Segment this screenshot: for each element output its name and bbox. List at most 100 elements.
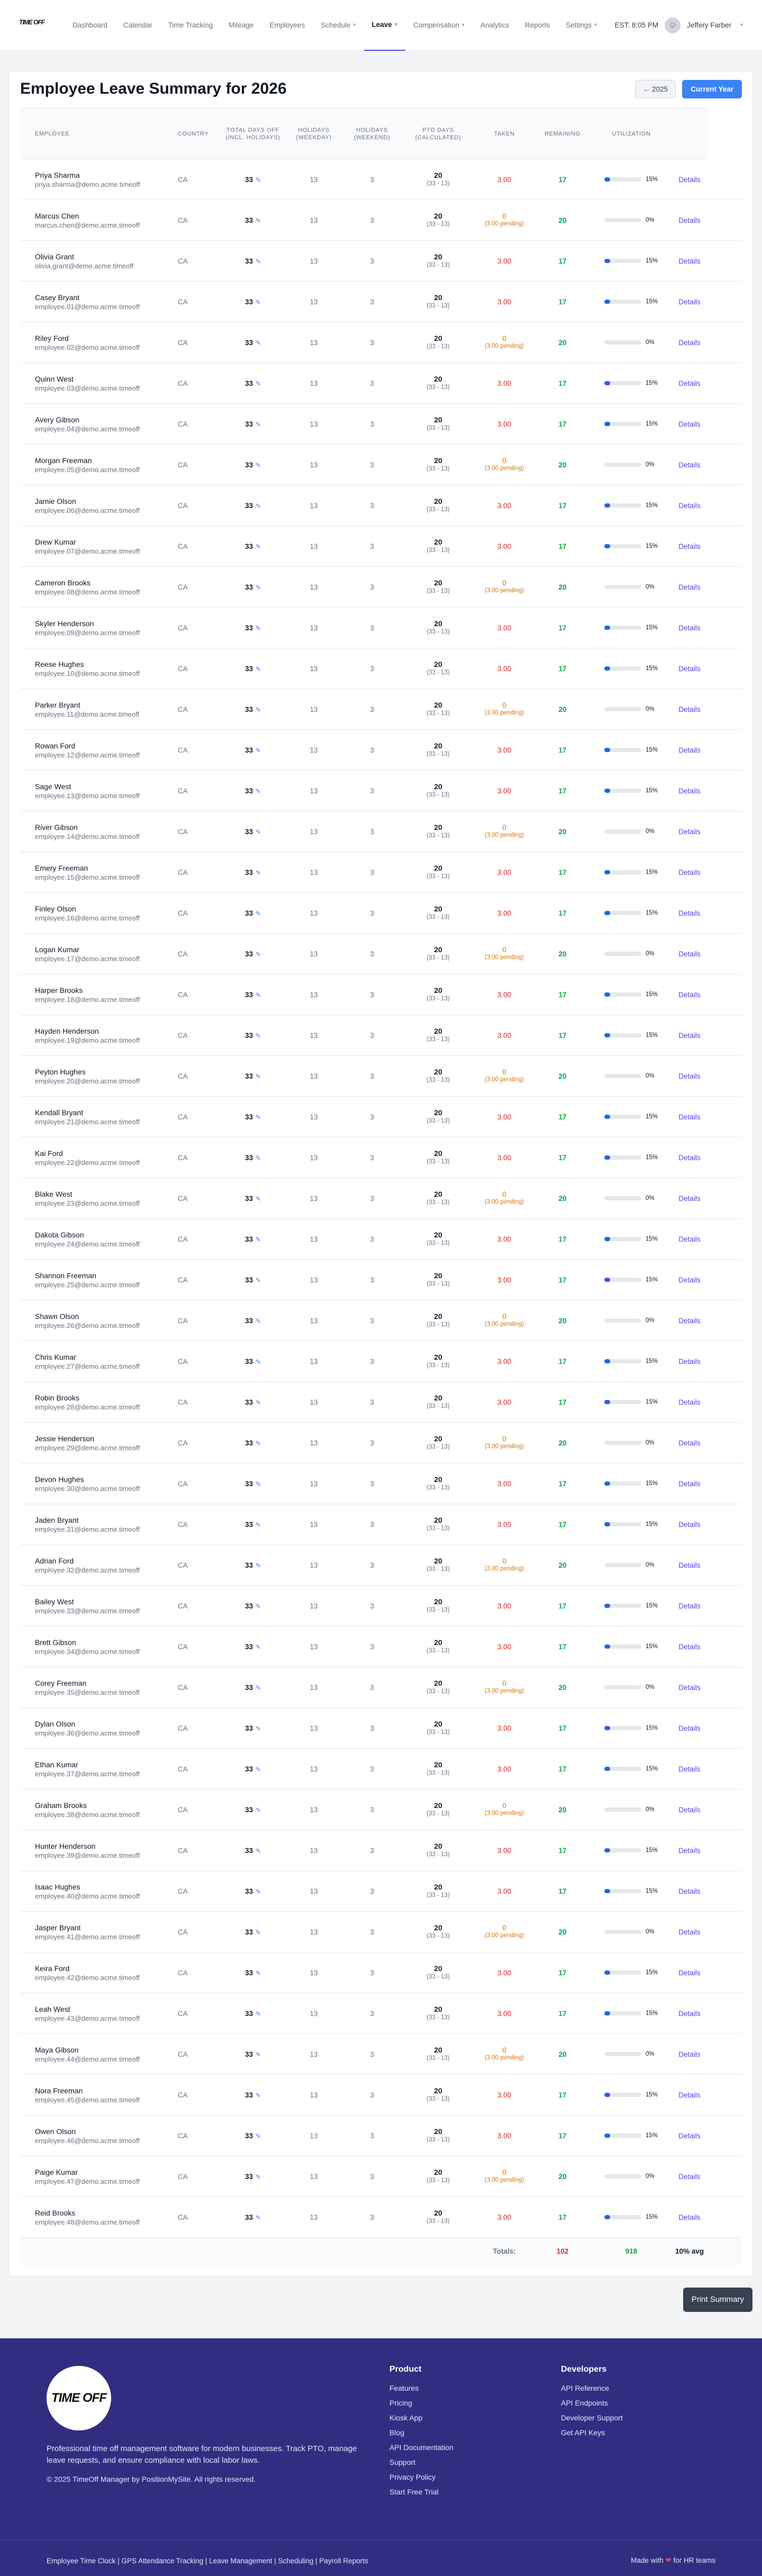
details-link[interactable]: Details bbox=[671, 1586, 708, 1626]
footer-product-link[interactable]: Blog bbox=[389, 2425, 453, 2440]
footer-logo[interactable]: TIME OFF bbox=[47, 2365, 111, 2430]
details-link[interactable]: Details bbox=[671, 811, 708, 852]
details-link[interactable]: Details bbox=[671, 852, 708, 893]
nav-link-settings[interactable]: Settings ▾ bbox=[558, 0, 605, 51]
edit-icon[interactable]: ✎ bbox=[256, 380, 261, 387]
edit-icon[interactable]: ✎ bbox=[256, 1440, 261, 1447]
edit-icon[interactable]: ✎ bbox=[256, 1236, 261, 1243]
details-link[interactable]: Details bbox=[671, 1789, 708, 1830]
edit-icon[interactable]: ✎ bbox=[256, 869, 261, 876]
employee-name[interactable]: Quinn West bbox=[35, 374, 163, 384]
details-link[interactable]: Details bbox=[671, 2034, 708, 2075]
edit-icon[interactable]: ✎ bbox=[256, 1847, 261, 1855]
details-link[interactable]: Details bbox=[671, 200, 708, 241]
footer-product-link[interactable]: Kiosk App bbox=[389, 2410, 453, 2425]
nav-link-employees[interactable]: Employees bbox=[261, 0, 313, 51]
edit-icon[interactable]: ✎ bbox=[256, 910, 261, 917]
details-link[interactable]: Details bbox=[671, 730, 708, 771]
details-link[interactable]: Details bbox=[671, 1056, 708, 1097]
employee-name[interactable]: Kendall Bryant bbox=[35, 1108, 163, 1117]
footer-product-link[interactable]: Start Free Trial bbox=[389, 2484, 453, 2499]
details-link[interactable]: Details bbox=[671, 2075, 708, 2116]
edit-icon[interactable]: ✎ bbox=[256, 1521, 261, 1529]
employee-name[interactable]: Chris Kumar bbox=[35, 1352, 163, 1362]
employee-name[interactable]: Drew Kumar bbox=[35, 537, 163, 547]
employee-name[interactable]: Blake West bbox=[35, 1189, 163, 1199]
employee-name[interactable]: Rowan Ford bbox=[35, 741, 163, 751]
employee-name[interactable]: Jasper Bryant bbox=[35, 1923, 163, 1932]
details-link[interactable]: Details bbox=[671, 1830, 708, 1871]
details-link[interactable]: Details bbox=[671, 1341, 708, 1382]
footer-product-link[interactable]: Features bbox=[389, 2381, 453, 2396]
edit-icon[interactable]: ✎ bbox=[256, 584, 261, 591]
details-link[interactable]: Details bbox=[671, 1015, 708, 1056]
employee-name[interactable]: Keira Ford bbox=[35, 1964, 163, 1973]
footer-developer-link[interactable]: API Endpoints bbox=[561, 2396, 623, 2410]
employee-name[interactable]: Harper Brooks bbox=[35, 986, 163, 995]
edit-icon[interactable]: ✎ bbox=[256, 788, 261, 795]
employee-name[interactable]: Marcus Chen bbox=[35, 211, 163, 221]
details-link[interactable]: Details bbox=[671, 1749, 708, 1789]
footer-bottom-links[interactable]: Employee Time Clock | GPS Attendance Tra… bbox=[47, 2557, 368, 2565]
details-link[interactable]: Details bbox=[671, 893, 708, 934]
employee-name[interactable]: Peyton Hughes bbox=[35, 1067, 163, 1077]
details-link[interactable]: Details bbox=[671, 2116, 708, 2156]
nav-link-calendar[interactable]: Calendar bbox=[115, 0, 160, 51]
footer-developer-link[interactable]: Developer Support bbox=[561, 2410, 623, 2425]
edit-icon[interactable]: ✎ bbox=[256, 2010, 261, 2018]
nav-link-reports[interactable]: Reports bbox=[517, 0, 558, 51]
edit-icon[interactable]: ✎ bbox=[256, 462, 261, 469]
employee-name[interactable]: Corey Freeman bbox=[35, 1678, 163, 1688]
edit-icon[interactable]: ✎ bbox=[256, 176, 261, 184]
footer-developer-link[interactable]: Get API Keys bbox=[561, 2425, 623, 2440]
edit-icon[interactable]: ✎ bbox=[256, 828, 261, 836]
employee-name[interactable]: Avery Gibson bbox=[35, 415, 163, 424]
employee-name[interactable]: Parker Bryant bbox=[35, 700, 163, 710]
employee-name[interactable]: Jamie Olson bbox=[35, 496, 163, 506]
details-link[interactable]: Details bbox=[671, 1178, 708, 1219]
chevron-down-icon[interactable]: ▾ bbox=[740, 22, 743, 28]
edit-icon[interactable]: ✎ bbox=[256, 1888, 261, 1895]
footer-product-link[interactable]: Support bbox=[389, 2455, 453, 2470]
details-link[interactable]: Details bbox=[671, 1912, 708, 1953]
employee-name[interactable]: Dylan Olson bbox=[35, 1719, 163, 1729]
edit-icon[interactable]: ✎ bbox=[256, 1399, 261, 1406]
edit-icon[interactable]: ✎ bbox=[256, 1766, 261, 1773]
edit-icon[interactable]: ✎ bbox=[256, 2092, 261, 2099]
employee-name[interactable]: Leah West bbox=[35, 2004, 163, 2014]
edit-icon[interactable]: ✎ bbox=[256, 1277, 261, 1284]
employee-name[interactable]: Jaden Bryant bbox=[35, 1515, 163, 1525]
details-link[interactable]: Details bbox=[671, 1545, 708, 1586]
employee-name[interactable]: Paige Kumar bbox=[35, 2167, 163, 2177]
details-link[interactable]: Details bbox=[671, 1953, 708, 1993]
edit-icon[interactable]: ✎ bbox=[256, 258, 261, 265]
details-link[interactable]: Details bbox=[671, 445, 708, 485]
employee-name[interactable]: Bailey West bbox=[35, 1597, 163, 1606]
app-logo[interactable]: TIME OFF bbox=[19, 19, 45, 32]
details-link[interactable]: Details bbox=[671, 1504, 708, 1545]
employee-name[interactable]: Casey Bryant bbox=[35, 293, 163, 302]
employee-name[interactable]: Devon Hughes bbox=[35, 1475, 163, 1484]
edit-icon[interactable]: ✎ bbox=[256, 1073, 261, 1080]
employee-name[interactable]: Priya Sharma bbox=[35, 170, 163, 180]
employee-name[interactable]: Jessie Henderson bbox=[35, 1434, 163, 1443]
edit-icon[interactable]: ✎ bbox=[256, 665, 261, 673]
employee-name[interactable]: Maya Gibson bbox=[35, 2045, 163, 2055]
print-summary-button[interactable]: Print Summary bbox=[683, 2287, 752, 2312]
edit-icon[interactable]: ✎ bbox=[256, 1114, 261, 1121]
employee-name[interactable]: Skyler Henderson bbox=[35, 619, 163, 628]
prev-year-button[interactable]: ← 2025 bbox=[634, 79, 676, 98]
details-link[interactable]: Details bbox=[671, 1219, 708, 1260]
employee-name[interactable]: Logan Kumar bbox=[35, 945, 163, 954]
employee-name[interactable]: Shannon Freeman bbox=[35, 1271, 163, 1280]
details-link[interactable]: Details bbox=[671, 689, 708, 730]
edit-icon[interactable]: ✎ bbox=[256, 217, 261, 224]
employee-name[interactable]: Reid Brooks bbox=[35, 2208, 163, 2218]
details-link[interactable]: Details bbox=[671, 608, 708, 648]
details-link[interactable]: Details bbox=[671, 1423, 708, 1463]
details-link[interactable]: Details bbox=[671, 1137, 708, 1178]
employee-name[interactable]: Isaac Hughes bbox=[35, 1882, 163, 1892]
edit-icon[interactable]: ✎ bbox=[256, 991, 261, 999]
details-link[interactable]: Details bbox=[671, 363, 708, 404]
footer-developer-link[interactable]: API Reference bbox=[561, 2381, 623, 2396]
